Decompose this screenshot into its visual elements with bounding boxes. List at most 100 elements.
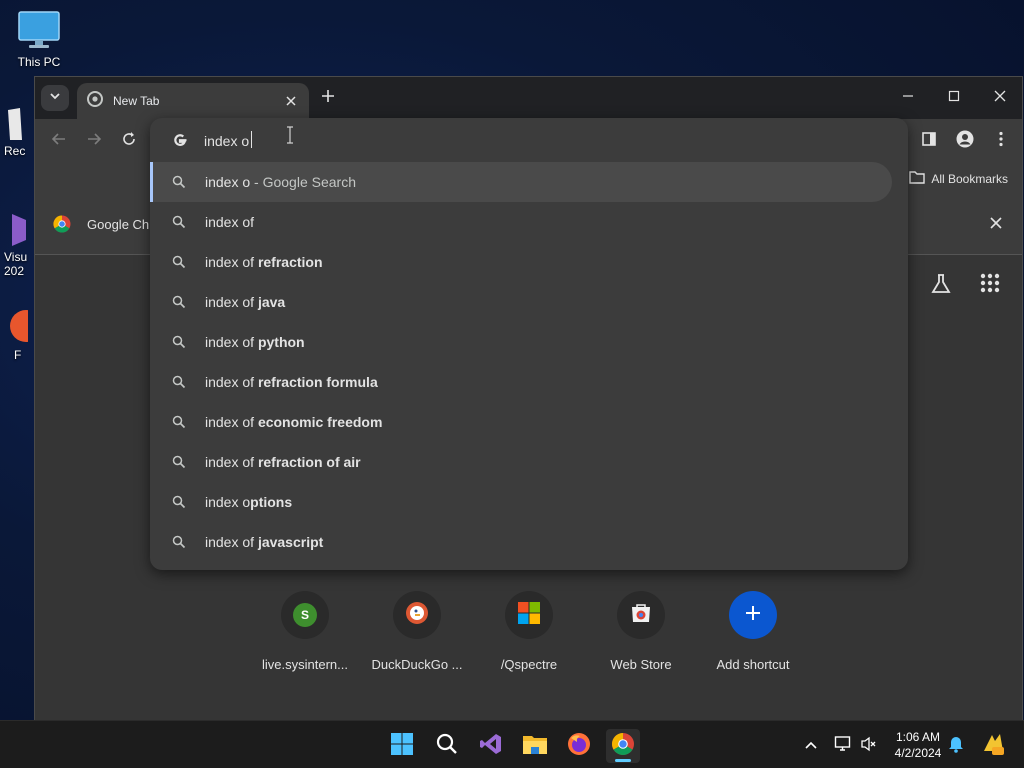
shortcut-label: Web Store <box>610 657 672 672</box>
search-icon <box>172 415 186 432</box>
chevron-down-icon <box>49 89 61 107</box>
suggestion-text: index of economic freedom <box>205 414 382 430</box>
profile-button[interactable] <box>953 129 977 153</box>
taskbar-search-button[interactable] <box>430 729 464 763</box>
tab-new-tab[interactable]: New Tab <box>77 83 309 119</box>
desktop-icon-this-pc[interactable]: This PC <box>4 10 74 69</box>
recycle-bin-icon <box>6 104 36 144</box>
apps-grid-icon[interactable] <box>980 273 1000 298</box>
omnibox-suggestion[interactable]: index of <box>150 202 892 242</box>
shortcut-tile[interactable]: DuckDuckGo ... <box>361 591 473 672</box>
omnibox-input[interactable] <box>204 130 604 152</box>
suggestion-text: index of refraction <box>205 254 323 270</box>
suggestion-typed: index of <box>205 534 258 550</box>
shortcut-icon-wrap <box>617 591 665 639</box>
clock-date: 4/2/2024 <box>894 746 942 760</box>
chevron-up-icon[interactable] <box>804 738 818 757</box>
duckduckgo-icon <box>405 601 429 630</box>
infobar-label: Google Ch <box>87 217 150 232</box>
shortcut-icon-wrap <box>729 591 777 639</box>
new-tab-button[interactable] <box>317 87 339 109</box>
search-icon <box>435 732 459 761</box>
more-vert-icon <box>998 131 1004 152</box>
omnibox-suggestion[interactable]: index o - Google Search <box>150 162 892 202</box>
suggestion-completion: refraction formula <box>257 374 378 390</box>
suggestion-typed: index of <box>205 374 258 390</box>
add-shortcut-button[interactable]: Add shortcut <box>697 591 809 672</box>
taskbar-visual-studio[interactable] <box>474 729 508 763</box>
volume-muted-icon[interactable] <box>860 735 878 758</box>
chrome-logo-icon <box>53 215 71 238</box>
microsoft-icon <box>517 601 541 630</box>
minimize-button[interactable] <box>893 85 923 111</box>
google-g-icon <box>172 132 188 153</box>
shortcut-tile[interactable]: S live.sysintern... <box>249 591 361 672</box>
taskbar-firefox[interactable] <box>562 729 596 763</box>
omnibox-suggestion[interactable]: index of economic freedom <box>150 402 892 442</box>
active-indicator <box>615 759 631 762</box>
omnibox[interactable] <box>150 118 908 162</box>
suggestion-text: index o - Google Search <box>205 174 356 190</box>
all-bookmarks-label: All Bookmarks <box>931 171 1008 186</box>
taskbar-file-explorer[interactable] <box>518 729 552 763</box>
omnibox-suggestion[interactable]: index of javascript <box>150 522 892 562</box>
minimize-icon <box>902 89 914 107</box>
omnibox-suggestion[interactable]: index options <box>150 482 892 522</box>
omnibox-suggestion[interactable]: index of refraction <box>150 242 892 282</box>
omnibox-dropdown: index o - Google Searchindex ofindex of … <box>150 118 908 570</box>
suggestion-completion: ptions <box>250 494 293 510</box>
tab-search-button[interactable] <box>41 85 69 111</box>
maximize-button[interactable] <box>939 85 969 111</box>
plus-icon <box>321 89 335 108</box>
omnibox-suggestion[interactable]: index of refraction of air <box>150 442 892 482</box>
suggestion-typed: index o <box>205 494 251 510</box>
start-button[interactable] <box>385 729 419 763</box>
desktop-icon-label: This PC <box>17 55 61 69</box>
network-icon[interactable] <box>834 735 852 758</box>
all-bookmarks-button[interactable]: All Bookmarks <box>909 170 1008 187</box>
widgets-icon[interactable] <box>980 731 1006 762</box>
search-icon <box>172 535 186 552</box>
side-panel-button[interactable] <box>917 129 941 153</box>
chrome-icon <box>87 90 103 112</box>
shortcut-icon-wrap <box>505 591 553 639</box>
omnibox-suggestion[interactable]: index of refraction formula <box>150 362 892 402</box>
taskbar-chrome[interactable] <box>606 729 640 763</box>
s-letter-icon: S <box>293 603 317 627</box>
chrome-icon <box>611 732 635 761</box>
labs-flask-icon[interactable] <box>930 273 952 300</box>
suggestion-completion: python <box>257 334 305 350</box>
search-icon <box>172 215 186 232</box>
suggestion-typed: index of <box>205 254 258 270</box>
forward-button[interactable] <box>82 129 106 153</box>
search-icon <box>172 255 186 272</box>
close-icon <box>994 89 1006 107</box>
reload-button[interactable] <box>117 129 141 153</box>
shortcut-tile[interactable]: Web Store <box>585 591 697 672</box>
suggestion-text: index of java <box>205 294 285 310</box>
suggestion-text: index of refraction formula <box>205 374 378 390</box>
monitor-icon <box>4 10 74 53</box>
search-icon <box>172 295 186 312</box>
taskbar-clock[interactable]: 1:06 AM 4/2/2024 <box>886 729 950 761</box>
shortcut-icon-wrap <box>393 591 441 639</box>
infobar-close-icon[interactable] <box>988 215 1004 231</box>
suggestion-text: index of refraction of air <box>205 454 361 470</box>
plus-icon <box>745 605 761 626</box>
suggestion-completion: refraction <box>257 254 323 270</box>
suggestion-completion: refraction of air <box>257 454 361 470</box>
close-window-button[interactable] <box>985 85 1015 111</box>
suggestion-typed: index o <box>205 174 251 190</box>
omnibox-suggestion[interactable]: index of python <box>150 322 892 362</box>
suggestion-typed: index of <box>205 214 255 230</box>
omnibox-suggestion[interactable]: index of java <box>150 282 892 322</box>
notification-bell-icon[interactable] <box>948 735 964 758</box>
start-icon <box>390 732 414 761</box>
suggestion-suffix: - Google Search <box>250 174 356 190</box>
back-button[interactable] <box>47 129 71 153</box>
menu-button[interactable] <box>989 129 1013 153</box>
shortcut-tile[interactable]: /Qspectre <box>473 591 585 672</box>
close-icon[interactable] <box>283 93 299 109</box>
taskbar: 1:06 AM 4/2/2024 <box>0 720 1024 768</box>
shortcut-label: live.sysintern... <box>262 657 348 672</box>
